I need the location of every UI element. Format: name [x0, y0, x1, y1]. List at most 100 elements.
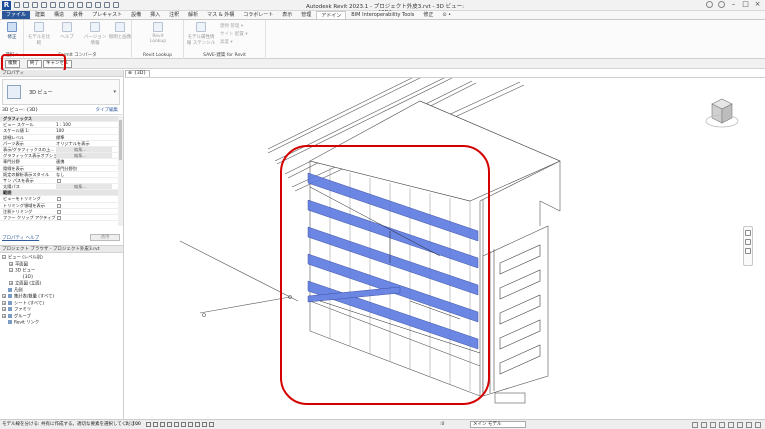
ribbon-tab-5[interactable]: 設備 [127, 11, 145, 19]
maximize-button[interactable]: □ [742, 1, 749, 8]
text-icon[interactable] [77, 2, 83, 8]
property-value[interactable]: 連携 [56, 159, 64, 164]
ribbon-tab-3[interactable]: 鉄骨 [69, 11, 87, 19]
worksets-icon[interactable] [692, 421, 698, 428]
close-button[interactable]: × [754, 1, 761, 8]
revit-lookup-button[interactable]: Revit Lookup [144, 22, 172, 44]
property-value[interactable]: なし [56, 172, 64, 177]
redo-icon[interactable] [50, 2, 56, 8]
expand-icon[interactable]: + [2, 294, 6, 298]
property-value[interactable]: 1 : 100 [56, 122, 71, 127]
expand-icon[interactable]: + [2, 313, 6, 318]
close-hidden-icon[interactable] [113, 2, 119, 8]
edit-button[interactable]: 編集... [56, 153, 112, 159]
advanced-item[interactable]: 高度 ▾ [220, 39, 233, 45]
section-marker[interactable] [202, 313, 206, 317]
model-info-button[interactable]: モデル属性情報 ステンシル [186, 22, 216, 46]
collapse-icon[interactable]: − [9, 268, 13, 272]
expand-icon[interactable]: + [2, 307, 6, 311]
ribbon-tab-11[interactable]: 表示 [278, 11, 296, 19]
select-by-face-icon[interactable] [737, 421, 743, 428]
thin-lines-icon[interactable] [104, 2, 110, 8]
drawing-canvas[interactable] [125, 77, 765, 419]
view-cube-icon[interactable] [705, 98, 739, 128]
show-crop-icon[interactable] [187, 422, 193, 427]
type-selector[interactable]: 3D ビュー ▾ [2, 79, 120, 105]
ribbon-tab-6[interactable]: 挿入 [146, 11, 164, 19]
detail-level-icon[interactable] [145, 422, 151, 427]
ribbon-tab-15[interactable]: 修正 [419, 11, 437, 19]
edit-button[interactable]: 編集... [56, 146, 112, 153]
section-icon[interactable] [95, 2, 101, 8]
sync-icon[interactable] [32, 2, 38, 8]
view-scale[interactable]: 1 : 100 [125, 420, 141, 429]
revit-logo-icon[interactable]: R [2, 1, 11, 10]
filter-icon[interactable] [755, 421, 761, 428]
select-links-icon[interactable] [710, 421, 716, 428]
instance-filter[interactable]: 3D ビュー: {3D} タイプ編集 [0, 107, 124, 115]
drag-elements-icon[interactable] [746, 421, 752, 428]
hide-isolate-icon[interactable] [201, 422, 207, 427]
select-underlay-icon[interactable] [719, 421, 725, 428]
site-layout-item[interactable]: サイト 配置 ▾ [220, 31, 248, 37]
ribbon-tab-8[interactable]: 解析 [184, 11, 202, 19]
property-checkbox[interactable] [57, 178, 61, 183]
property-value[interactable]: オリジナルを表示 [56, 141, 90, 146]
minimize-button[interactable]: – [730, 1, 737, 8]
building-manage-item[interactable]: 建物 管理 ▾ [220, 23, 243, 29]
version-button[interactable]: バージョン情報 [82, 22, 108, 46]
ribbon-tab-2[interactable]: 構造 [50, 11, 68, 19]
expand-icon[interactable]: + [2, 300, 6, 305]
help-button[interactable]: ヘルプ [54, 22, 80, 40]
property-checkbox[interactable] [57, 203, 61, 208]
steering-wheel-icon[interactable] [745, 230, 751, 236]
render-icon[interactable] [173, 422, 179, 427]
expand-icon[interactable]: + [9, 281, 13, 285]
browser-node[interactable]: Revit リンク [2, 320, 54, 327]
property-value[interactable]: 標準 [56, 135, 64, 140]
crop-icon[interactable] [180, 422, 186, 427]
model-dropdown[interactable]: メイン モデル [470, 421, 526, 428]
visual-style-icon[interactable] [152, 422, 158, 427]
ribbon-tab-16[interactable]: ⊙ • [438, 11, 455, 19]
property-checkbox[interactable] [57, 216, 61, 220]
properties-scrollbar[interactable] [118, 116, 123, 226]
design-options-icon[interactable] [701, 421, 707, 428]
3d-view-icon[interactable] [86, 2, 92, 8]
ribbon-tab-14[interactable]: BIM Interoperability Tools [347, 11, 418, 19]
ribbon-tab-9[interactable]: マス & 外構 [203, 11, 238, 19]
shadows-icon[interactable] [166, 422, 172, 427]
ribbon-tab-4[interactable]: プレキャスト [88, 11, 126, 19]
ribbon-tab-1[interactable]: 建築 [31, 11, 49, 19]
ribbon-tab-10[interactable]: コラボレート [239, 11, 277, 19]
property-checkbox[interactable] [57, 209, 61, 214]
properties-help-link[interactable]: プロパティ ヘルプ [2, 235, 39, 241]
scroll-thumb[interactable] [119, 120, 122, 160]
expand-icon[interactable]: + [9, 261, 13, 266]
building-model-drawing[interactable] [125, 78, 765, 419]
edit-button[interactable]: 編集... [56, 184, 112, 190]
save-icon[interactable] [23, 2, 29, 8]
sun-path-icon[interactable] [159, 422, 165, 427]
select-pinned-icon[interactable] [728, 421, 734, 428]
chevron-down-icon[interactable]: ▾ [113, 89, 116, 95]
account-icon[interactable] [706, 1, 713, 8]
modify-button[interactable]: 修正 [1, 22, 23, 40]
reveal-hidden-icon[interactable] [208, 422, 214, 427]
ribbon-tab-12[interactable]: 管理 [297, 11, 315, 19]
zoom-icon[interactable] [745, 239, 751, 245]
ribbon-tab-7[interactable]: 注釈 [165, 11, 183, 19]
view-tab-3d[interactable]: ⊗ {3D} [125, 70, 150, 77]
undo-icon[interactable] [41, 2, 47, 8]
print-icon[interactable] [59, 2, 65, 8]
property-value[interactable]: 専門分野別 [56, 166, 77, 171]
open-icon[interactable] [14, 2, 20, 8]
compare-model-button[interactable]: モデルを比較 [26, 22, 52, 46]
orbit-icon[interactable] [745, 248, 751, 254]
lighting-button[interactable]: 照明と画像 [108, 22, 132, 40]
ribbon-tab-13[interactable]: アドイン [316, 11, 347, 19]
collapse-icon[interactable]: − [2, 255, 6, 259]
lock-3d-icon[interactable] [194, 422, 200, 427]
property-value[interactable]: 100 [56, 128, 64, 133]
edit-type-button[interactable]: タイプ編集 [96, 107, 119, 115]
